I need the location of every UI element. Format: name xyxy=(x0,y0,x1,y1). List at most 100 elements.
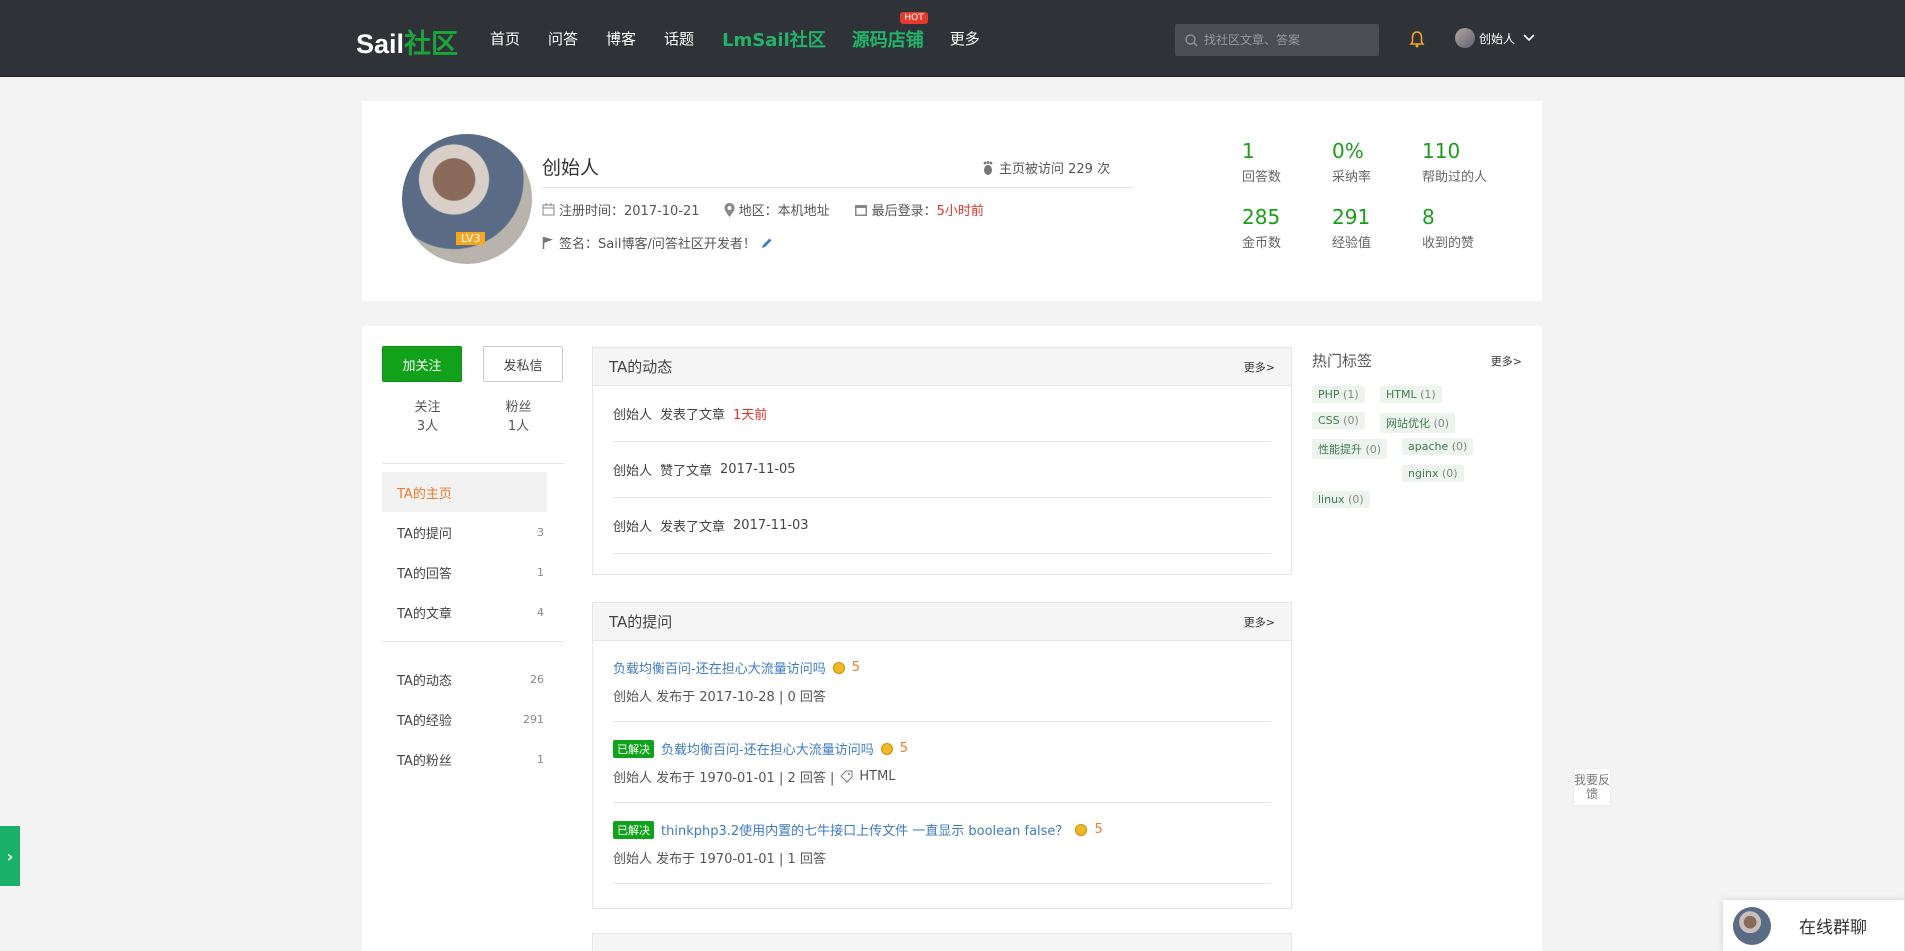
flag-icon xyxy=(542,237,553,249)
next-panel xyxy=(592,933,1292,951)
coin-icon xyxy=(880,742,893,755)
stat-coins: 285 金币数 xyxy=(1242,205,1282,251)
divider xyxy=(382,463,564,464)
coin-icon xyxy=(1075,823,1088,836)
stat-likes: 8 收到的赞 xyxy=(1422,205,1475,251)
chat-label: 在线群聊 xyxy=(1799,918,1867,938)
user-avatar xyxy=(1455,28,1475,48)
top-navbar: Sail社区 首页 问答 博客 话题 LmSail社区 源码店铺HOT 更多 创… xyxy=(0,0,1905,77)
activity-item: 创始人 发表了文章 2017-11-03 xyxy=(613,498,1271,554)
nav-lmsail-community[interactable]: LmSail社区 xyxy=(722,26,826,52)
signature: 签名：Sail博客/问答社区开发者！ xyxy=(542,233,773,252)
menu-item-home[interactable]: TA的主页 xyxy=(382,472,547,512)
main-content: 加关注 发私信 关注 3人 粉丝 1人 TA的主页 TA的提问 3 TA的回答 1 TA… xyxy=(362,326,1542,951)
user-menu[interactable]: 创始人 xyxy=(1455,28,1535,48)
divider xyxy=(542,187,1132,188)
question-item: 已解决 thinkphp3.2使用内置的七牛接口上传文件 一直显示 boolean… xyxy=(613,803,1271,884)
register-time: 注册时间：2017-10-21 xyxy=(542,200,700,219)
feedback-button[interactable]: 我要反馈 xyxy=(1573,768,1611,806)
stat-answers: 1 回答数 xyxy=(1242,139,1282,185)
notification-bell-icon[interactable] xyxy=(1409,30,1425,52)
activity-item: 创始人 赞了文章 2017-11-05 xyxy=(613,442,1271,498)
solved-badge: 已解决 xyxy=(613,739,654,758)
visit-count: 主页被访问 229 次 xyxy=(982,158,1110,177)
question-item: 已解决 负载均衡百问-还在担心大流量访问吗 5 创始人 发布于 1970-01-01… xyxy=(613,722,1271,803)
calendar-icon xyxy=(542,203,555,216)
private-message-button[interactable]: 发私信 xyxy=(483,346,563,382)
main-nav: 首页 问答 博客 话题 LmSail社区 源码店铺 HOT 更多 xyxy=(490,0,1008,77)
online-chat-widget[interactable]: 在线群聊 xyxy=(1723,900,1905,951)
panel-header: TA的动态 更多> xyxy=(593,348,1291,386)
user-name: 创始人 xyxy=(1479,31,1516,46)
question-link[interactable]: 负载均衡百问-还在担心大流量访问吗 xyxy=(661,739,874,758)
stat-helped: 110 帮助过的人 xyxy=(1422,139,1488,185)
panel-header: TA的提问 更多> xyxy=(593,603,1291,641)
chevron-down-icon xyxy=(1523,34,1535,42)
search-input[interactable] xyxy=(1204,33,1364,47)
hot-tags-title: 热门标签 xyxy=(1312,352,1373,370)
nav-blog[interactable]: 博客 xyxy=(606,28,636,49)
solved-badge: 已解决 xyxy=(613,820,654,839)
panel-title: TA的提问 xyxy=(609,613,673,631)
profile-name: 创始人 xyxy=(542,157,600,179)
profile-side-menu: TA的主页 TA的提问 3 TA的回答 1 TA的文章 4 TA的动态 26 TA的经验… xyxy=(382,463,564,779)
nav-home[interactable]: 首页 xyxy=(490,28,520,49)
profile-meta: 注册时间：2017-10-21 地区：本机地址 最后登录： 5小时前 xyxy=(542,200,1008,219)
calendar-day-icon xyxy=(854,204,867,216)
activity-panel: TA的动态 更多> 创始人 发表了文章 1天前 创始人 赞了文章 2017-11-05 … xyxy=(592,347,1292,575)
tag-chip[interactable]: 性能提升 (0) xyxy=(1312,439,1388,459)
hot-badge: HOT xyxy=(900,11,928,24)
region: 地区：本机地址 xyxy=(724,200,830,219)
following-count[interactable]: 关注 3人 xyxy=(414,398,440,436)
side-drawer-toggle[interactable]: › xyxy=(0,826,20,886)
questions-panel: TA的提问 更多> 负载均衡百问-还在担心大流量访问吗 5 创始人 发布于 201… xyxy=(592,602,1292,909)
question-link[interactable]: thinkphp3.2使用内置的七牛接口上传文件 一直显示 boolean fa… xyxy=(661,820,1068,839)
stat-experience: 291 经验值 xyxy=(1332,205,1372,251)
question-tag[interactable]: HTML xyxy=(859,769,895,784)
nav-topics[interactable]: 话题 xyxy=(664,28,694,49)
question-link[interactable]: 负载均衡百问-还在担心大流量访问吗 xyxy=(613,658,826,677)
location-pin-icon xyxy=(724,202,735,217)
question-item: 负载均衡百问-还在担心大流量访问吗 5 创始人 发布于 2017-10-28 | … xyxy=(613,641,1271,722)
nav-source-shop[interactable]: 源码店铺 HOT xyxy=(852,11,928,52)
menu-item-experience[interactable]: TA的经验 291 xyxy=(382,699,564,739)
tag-chip[interactable]: apache (0) xyxy=(1402,438,1474,455)
nav-more[interactable]: 更多 xyxy=(950,28,980,49)
menu-item-activity[interactable]: TA的动态 26 xyxy=(382,659,564,699)
level-badge: LV3 xyxy=(456,232,486,245)
last-login: 最后登录： 5小时前 xyxy=(854,200,984,219)
coin-icon xyxy=(832,661,845,674)
tag-chip[interactable]: CSS (0) xyxy=(1312,412,1365,429)
profile-stats: 1 回答数 0% 采纳率 110 帮助过的人 285 金币数 291 经验值 8 收到的赞 xyxy=(1242,139,1502,251)
search-icon xyxy=(1185,33,1198,46)
tag-chip[interactable]: linux (0) xyxy=(1312,491,1370,508)
tag-chip[interactable]: HTML (1) xyxy=(1380,386,1442,403)
fans-count[interactable]: 粉丝 1人 xyxy=(505,398,531,436)
profile-card: LV3 创始人 主页被访问 229 次 注册时间：2017-10-21 地区：本… xyxy=(362,101,1542,301)
menu-item-fans[interactable]: TA的粉丝 1 xyxy=(382,739,564,779)
panel-header xyxy=(593,934,1291,951)
more-link[interactable]: 更多> xyxy=(1244,359,1275,375)
menu-item-answers[interactable]: TA的回答 1 xyxy=(382,552,564,592)
stat-accept-rate: 0% 采纳率 xyxy=(1332,139,1372,185)
site-logo[interactable]: Sail社区 xyxy=(356,22,458,61)
tag-chip[interactable]: 网站优化 (0) xyxy=(1380,413,1456,433)
edit-pencil-icon[interactable] xyxy=(761,237,773,249)
divider xyxy=(382,641,564,642)
activity-item: 创始人 发表了文章 1天前 xyxy=(613,386,1271,442)
nav-qa[interactable]: 问答 xyxy=(548,28,578,49)
menu-item-articles[interactable]: TA的文章 4 xyxy=(382,592,564,632)
hot-tags: 热门标签 更多> PHP (1) HTML (1) CSS (0) 网站优化 (… xyxy=(1312,350,1522,516)
tag-chip[interactable]: nginx (0) xyxy=(1402,465,1464,482)
footprint-icon xyxy=(983,160,993,175)
panel-title: TA的动态 xyxy=(609,358,673,376)
more-link[interactable]: 更多> xyxy=(1244,614,1275,630)
search-box[interactable] xyxy=(1175,24,1379,56)
menu-item-questions[interactable]: TA的提问 3 xyxy=(382,512,564,552)
tag-icon xyxy=(840,770,853,783)
tag-chip[interactable]: PHP (1) xyxy=(1312,386,1365,403)
more-link[interactable]: 更多> xyxy=(1491,353,1522,369)
chat-avatar xyxy=(1733,906,1771,945)
follow-button[interactable]: 加关注 xyxy=(382,346,462,382)
follow-stats: 关注 3人 粉丝 1人 xyxy=(382,398,564,436)
